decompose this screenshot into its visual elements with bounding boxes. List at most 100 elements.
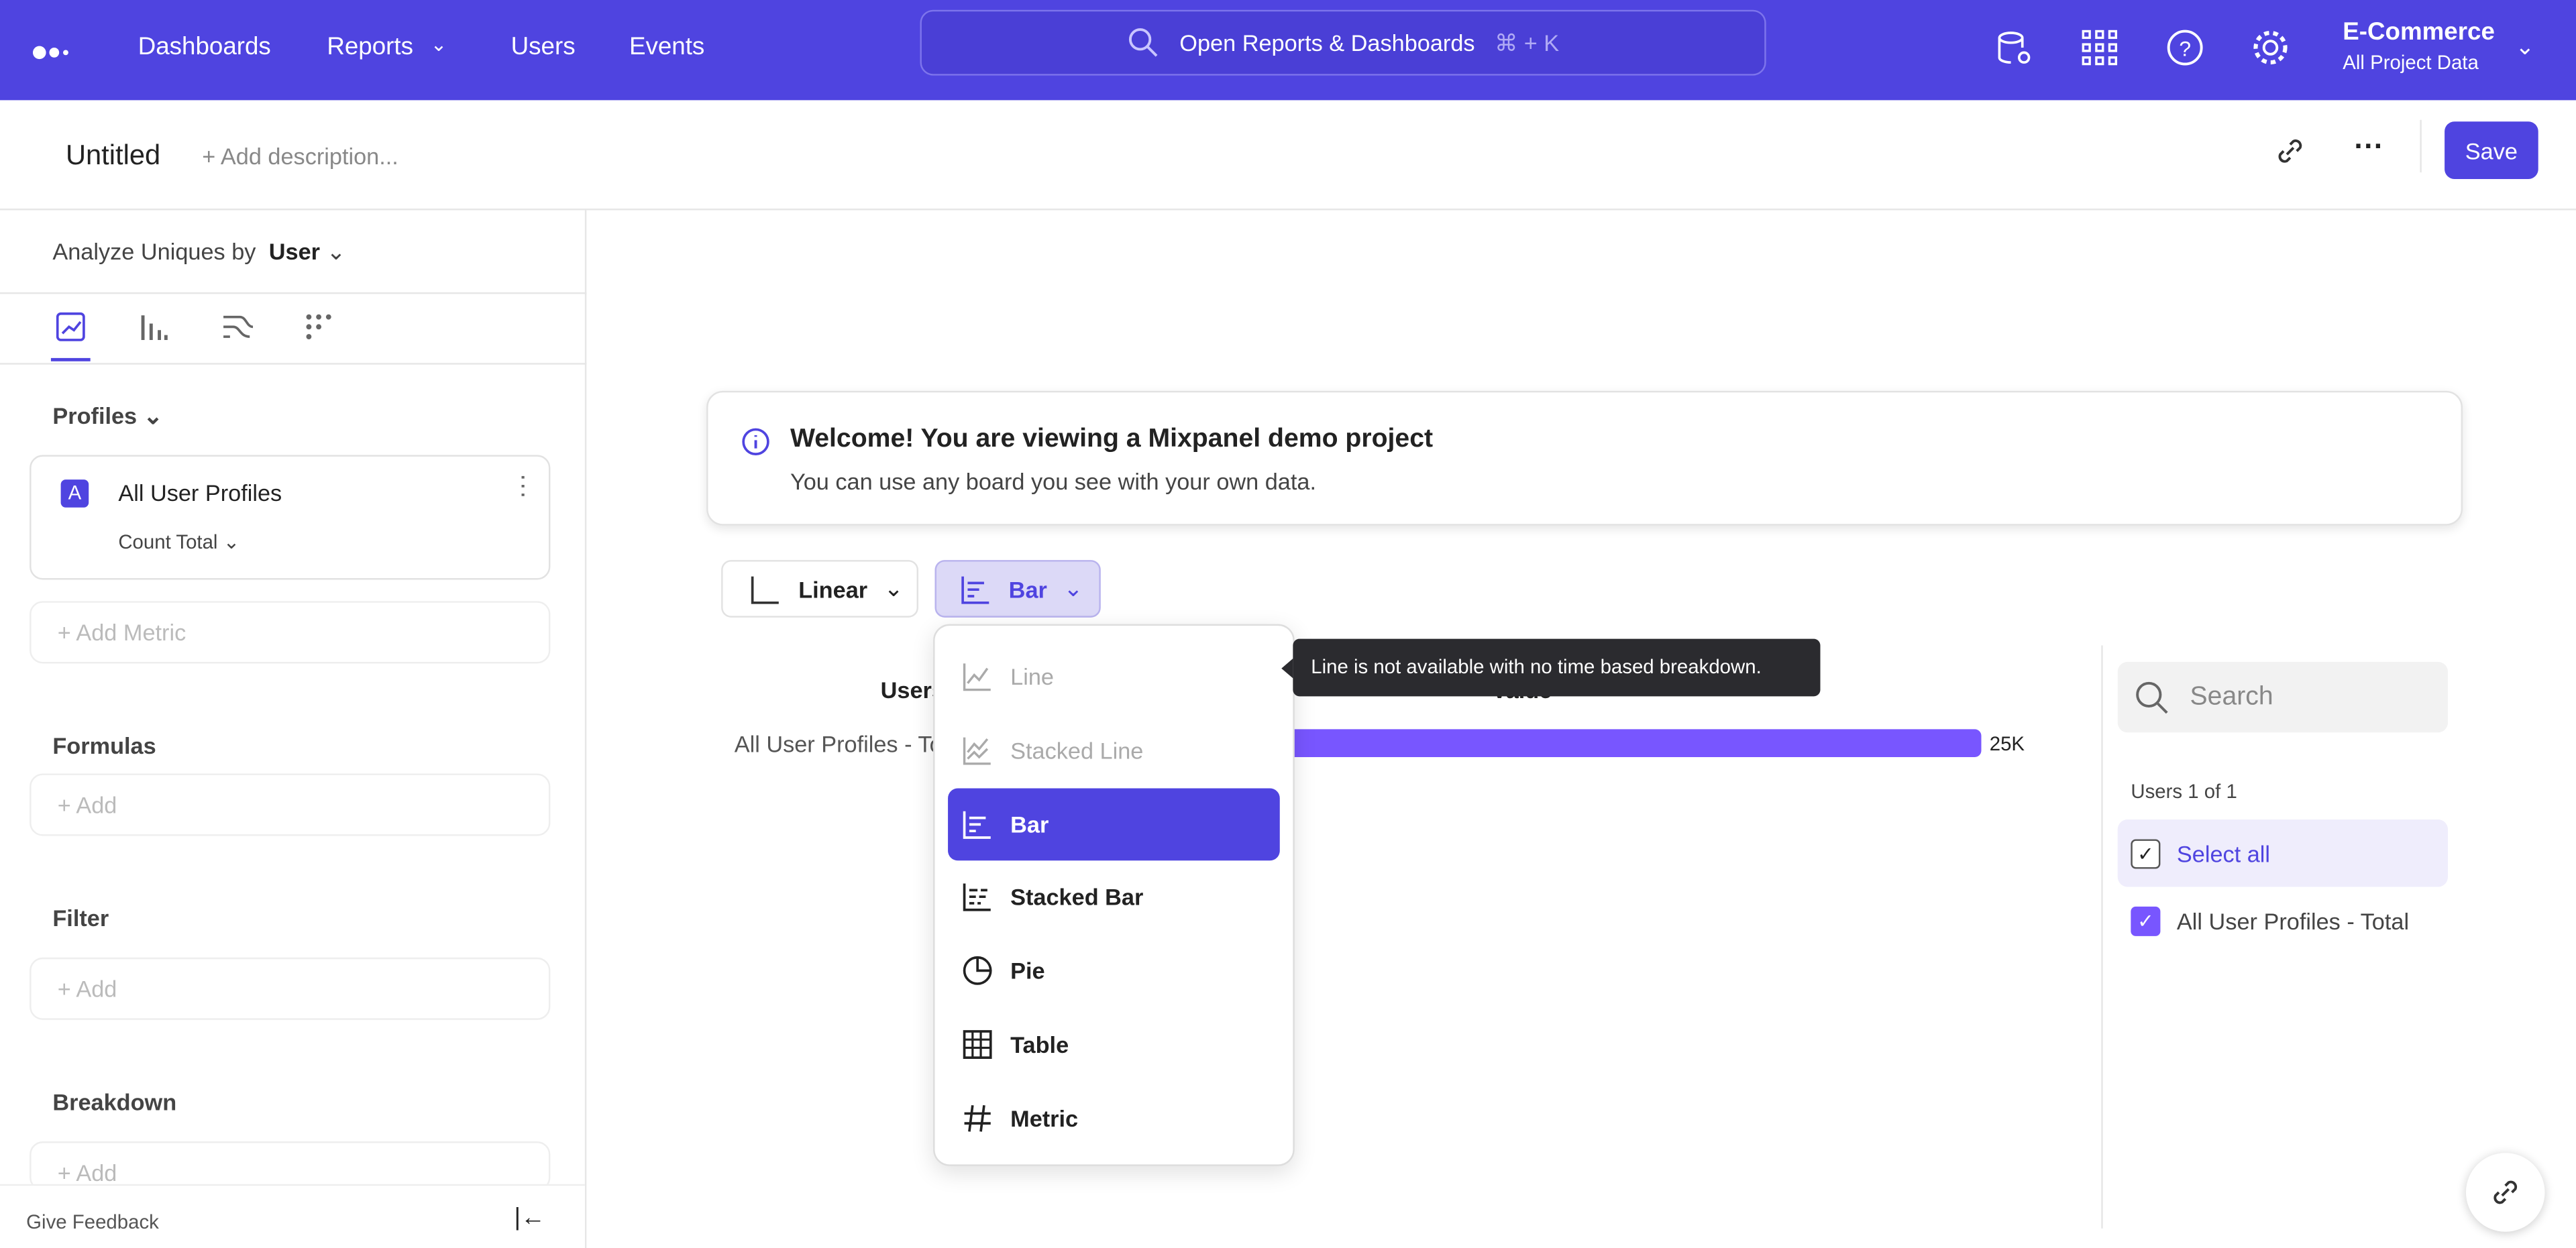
report-header: Untitled + Add description... ··· Save (0, 100, 2576, 211)
welcome-banner: Welcome! You are viewing a Mixpanel demo… (706, 390, 2463, 526)
stacked-bar-chart-icon (963, 884, 991, 912)
report-title[interactable]: Untitled (66, 139, 160, 172)
banner-title: Welcome! You are viewing a Mixpanel demo… (790, 425, 1434, 453)
metric-name[interactable]: All User Profiles (118, 479, 282, 506)
menu-item-label: Table (1010, 1031, 1069, 1058)
add-formula-button[interactable]: + Add (30, 773, 551, 836)
give-feedback-link[interactable]: Give Feedback (26, 1210, 159, 1233)
analyze-label: Analyze Uniques by (52, 238, 256, 265)
menu-item-label: Stacked Bar (1010, 884, 1144, 911)
search-icon (2136, 681, 2168, 714)
project-name: E-Commerce (2343, 17, 2495, 46)
checkbox-partial-icon: ✓ (2131, 838, 2161, 868)
metric-letter-badge: A (60, 479, 89, 508)
metric-card[interactable]: A All User Profiles ··· Count Total ⌄ (30, 455, 551, 580)
nav-reports[interactable]: Reports (327, 33, 413, 61)
retention-tab-icon[interactable] (303, 310, 335, 343)
bar-chart-icon (963, 810, 991, 838)
menu-item-label: Stacked Line (1010, 737, 1144, 764)
menu-item-pie[interactable]: Pie (948, 935, 1280, 1007)
add-breakdown-button[interactable]: + Add (30, 1141, 551, 1191)
stacked-line-chart-icon (963, 737, 991, 765)
sidebar-footer: Give Feedback |← (0, 1184, 585, 1248)
tooltip: Line is not available with no time based… (1293, 638, 1821, 697)
nav-dashboards[interactable]: Dashboards (138, 33, 271, 61)
filter-label: Filter (52, 905, 109, 931)
pie-chart-icon (963, 956, 992, 986)
menu-item-stacked-line: Stacked Line (948, 714, 1280, 787)
nav-users[interactable]: Users (511, 33, 576, 61)
bar-value-label: 25K (1989, 732, 2025, 756)
menu-item-stacked-bar[interactable]: Stacked Bar (948, 861, 1280, 933)
search-shortcut: ⌘ + K (1494, 28, 1560, 56)
scale-select[interactable]: Linear ⌄ (721, 560, 918, 618)
menu-item-table[interactable]: Table (948, 1009, 1280, 1081)
add-filter-button[interactable]: + Add (30, 957, 551, 1020)
divider (2420, 119, 2422, 173)
apps-grid-icon[interactable] (2082, 30, 2118, 66)
select-all-label: Select all (2176, 840, 2271, 866)
svg-text:?: ? (2179, 36, 2191, 60)
bar-chart-icon (961, 575, 989, 604)
menu-item-bar[interactable]: Bar (948, 787, 1280, 860)
analyze-by[interactable]: Analyze Uniques by User ⌄ (52, 238, 345, 266)
save-button[interactable]: Save (2445, 121, 2538, 179)
help-icon[interactable]: ? (2165, 28, 2205, 68)
aggregation-select[interactable]: Count Total ⌄ (118, 530, 239, 553)
legend-search-input[interactable]: Search (2117, 661, 2449, 733)
banner-text: You can use any board you see with your … (790, 467, 1316, 495)
nav-events[interactable]: Events (629, 33, 704, 61)
chart-type-menu: Line Stacked Line Bar Stacked Bar Pie Table Me… (933, 624, 1295, 1166)
aggregation-value: Count Total (118, 530, 218, 554)
collapse-sidebar-icon[interactable]: |← (515, 1204, 545, 1232)
breakdown-label: Breakdown (52, 1088, 177, 1115)
metric-more-icon[interactable]: ··· (508, 473, 537, 499)
project-switcher[interactable]: E-Commerce All Project Data (2343, 18, 2495, 74)
info-icon (742, 428, 769, 455)
axis-icon (751, 575, 779, 604)
link-icon[interactable] (2273, 135, 2306, 168)
checkbox-checked-icon: ✓ (2131, 906, 2161, 936)
global-search[interactable]: Open Reports & Dashboards ⌘ + K (920, 9, 1766, 76)
add-description[interactable]: + Add description... (202, 143, 398, 169)
formulas-label: Formulas (52, 732, 156, 759)
menu-item-label: Metric (1010, 1104, 1079, 1131)
profiles-section-toggle[interactable]: Profiles ⌄ (52, 402, 162, 431)
menu-item-line: Line (948, 640, 1280, 713)
flows-tab-icon[interactable] (220, 310, 254, 343)
menu-item-metric[interactable]: Metric (948, 1082, 1280, 1154)
search-placeholder: Open Reports & Dashboards (1179, 30, 1475, 56)
legend-search-placeholder: Search (2190, 682, 2273, 711)
scale-value: Linear (798, 575, 868, 602)
analyze-value: User (268, 238, 321, 265)
chart-type-select[interactable]: Bar ⌄ (934, 560, 1101, 618)
metric-chart-icon (964, 1104, 991, 1132)
menu-item-label: Line (1010, 663, 1054, 690)
bar-category-label: All User Profiles - Total (734, 730, 967, 757)
add-metric-button[interactable]: + Add Metric (30, 601, 551, 664)
table-chart-icon (963, 1030, 992, 1059)
top-nav-bar: Dashboards Reports ⌄ Users Events Open R… (0, 0, 2576, 101)
search-icon (1128, 28, 1158, 57)
insights-tab-icon[interactable] (54, 310, 87, 343)
share-link-button[interactable] (2465, 1153, 2545, 1232)
chevron-down-icon[interactable]: ⌄ (431, 33, 447, 56)
query-builder-sidebar: Analyze Uniques by User ⌄ Profiles ⌄ A A… (0, 210, 587, 1248)
profiles-label: Profiles (52, 402, 138, 429)
chart-type-value: Bar (1008, 575, 1047, 602)
menu-item-label: Pie (1010, 958, 1045, 984)
legend-item[interactable]: ✓ All User Profiles - Total (2131, 906, 2410, 936)
legend-item-label: All User Profiles - Total (2176, 908, 2410, 935)
project-sub: All Project Data (2343, 50, 2479, 74)
chevron-down-icon[interactable]: ⌄ (2515, 33, 2534, 61)
funnels-tab-icon[interactable] (138, 310, 171, 343)
line-chart-icon (963, 663, 991, 691)
menu-item-label: Bar (1010, 810, 1049, 837)
settings-gear-icon[interactable] (2251, 28, 2290, 68)
mixpanel-logo-icon[interactable] (32, 40, 76, 66)
legend-count: Users 1 of 1 (2131, 780, 2237, 803)
data-management-icon[interactable] (1994, 28, 2034, 68)
select-all-checkbox[interactable]: ✓ Select all (2117, 819, 2449, 887)
link-icon (2493, 1180, 2518, 1204)
more-options-icon[interactable]: ··· (2354, 129, 2383, 164)
